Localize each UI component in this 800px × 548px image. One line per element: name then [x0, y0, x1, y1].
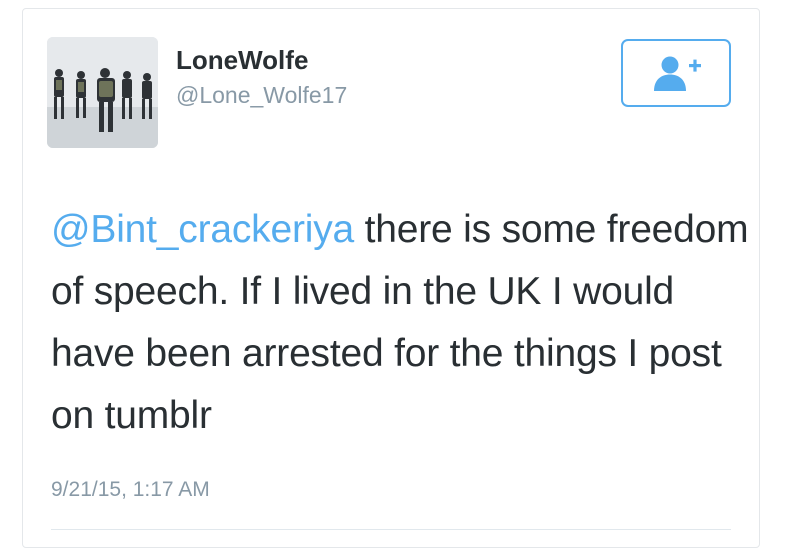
tweet-text: @Bint_crackeriya there is some freedom o… [51, 199, 751, 447]
avatar[interactable] [47, 37, 158, 148]
tweet-timestamp[interactable]: 9/21/15, 1:17 AM [51, 477, 210, 503]
add-user-icon [654, 56, 701, 91]
follow-button[interactable] [621, 39, 731, 107]
display-name[interactable]: LoneWolfe [176, 45, 308, 75]
user-handle[interactable]: @Lone_Wolfe17 [176, 81, 347, 109]
divider [51, 529, 731, 530]
mention-link[interactable]: @Bint_crackeriya [51, 208, 354, 251]
tweet-card: LoneWolfe @Lone_Wolfe17 @Bint_crackeriya… [22, 8, 760, 548]
avatar-image [47, 37, 158, 148]
